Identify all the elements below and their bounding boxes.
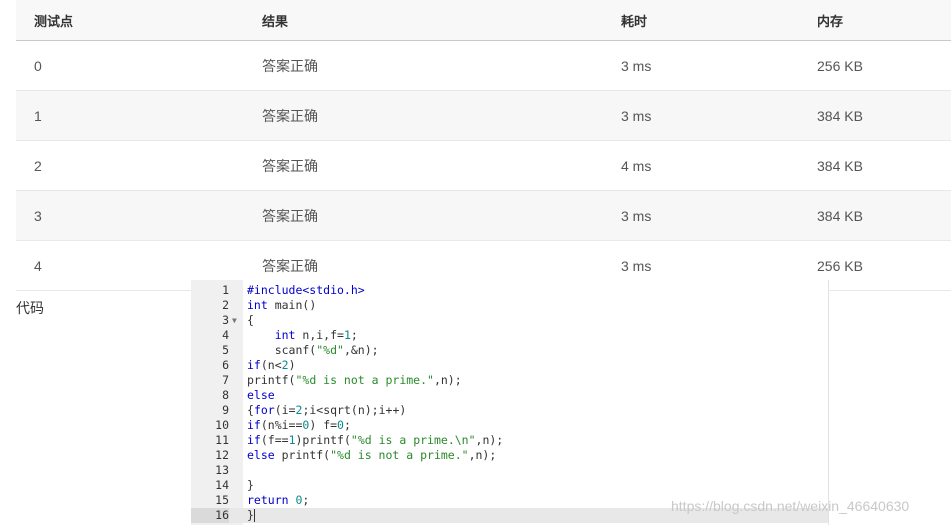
code-text: } — [247, 508, 255, 522]
code-line[interactable]: 1 #include<stdio.h> — [191, 283, 828, 298]
code-line[interactable]: 13 — [191, 463, 828, 478]
line-number: 1 — [222, 283, 229, 297]
result-cell: 答案正确 — [261, 140, 620, 191]
code-text: if(f==1)printf("%d is a prime.\n",n); — [247, 433, 504, 447]
code-text: int main() — [247, 298, 317, 312]
line-number: 7 — [222, 373, 229, 387]
line-number: 5 — [222, 343, 229, 357]
column-header-result: 结果 — [261, 0, 620, 41]
code-line[interactable]: 7 printf("%d is not a prime.",n); — [191, 373, 828, 388]
line-number: 10 — [215, 418, 229, 432]
memory-cell: 384 KB — [816, 140, 951, 191]
column-header-test-point: 测试点 — [16, 0, 261, 41]
code-line[interactable]: 8 else — [191, 388, 828, 403]
text-cursor — [253, 509, 255, 522]
code-text: {for(i=2;i<sqrt(n);i++) — [247, 403, 407, 417]
test-results-table: 测试点 结果 耗时 内存 0 答案正确 3 ms 256 KB 1 答案正确 3… — [16, 0, 951, 291]
test-point-cell: 2 — [16, 140, 261, 191]
line-number: 13 — [215, 463, 229, 477]
code-line[interactable]: 11 if(f==1)printf("%d is a prime.\n",n); — [191, 433, 828, 448]
code-line[interactable]: 6 if(n<2) — [191, 358, 828, 373]
result-cell: 答案正确 — [261, 190, 620, 241]
code-text: #include<stdio.h> — [247, 283, 365, 297]
table-header-row: 测试点 结果 耗时 内存 — [16, 0, 951, 41]
memory-cell: 256 KB — [816, 40, 951, 91]
code-text: else printf("%d is not a prime.",n); — [247, 448, 497, 462]
column-header-memory: 内存 — [816, 0, 951, 41]
column-header-time: 耗时 — [620, 0, 816, 41]
code-line[interactable]: 14} — [191, 478, 828, 493]
table-row: 1 答案正确 3 ms 384 KB — [16, 90, 951, 141]
time-cell: 3 ms — [620, 190, 816, 241]
code-line[interactable]: 2 int main() — [191, 298, 828, 313]
memory-cell: 384 KB — [816, 90, 951, 141]
code-text: { — [247, 313, 254, 327]
code-text: int n,i,f=1; — [274, 328, 358, 342]
code-line[interactable]: 12 else printf("%d is not a prime.",n); — [191, 448, 828, 463]
memory-cell: 384 KB — [816, 190, 951, 241]
line-number: 2 — [222, 298, 229, 312]
memory-cell: 256 KB — [816, 240, 951, 291]
line-number: 3 — [222, 313, 229, 327]
test-point-cell: 3 — [16, 190, 261, 241]
result-cell: 答案正确 — [261, 90, 620, 141]
code-text: printf("%d is not a prime.",n); — [247, 373, 462, 387]
line-number: 6 — [222, 358, 229, 372]
code-line[interactable]: 4 int n,i,f=1; — [191, 328, 828, 343]
line-number: 14 — [215, 478, 229, 492]
code-text: if(n<2) — [247, 358, 296, 372]
fold-arrow-icon[interactable]: ▼ — [232, 313, 237, 328]
table-row: 2 答案正确 4 ms 384 KB — [16, 140, 951, 191]
line-number: 15 — [215, 493, 229, 507]
code-text: } — [247, 478, 254, 492]
watermark: https://blog.csdn.net/weixin_46640630 — [671, 498, 910, 514]
code-section-label: 代码 — [16, 300, 44, 316]
test-point-cell: 0 — [16, 40, 261, 91]
line-number: 8 — [222, 388, 229, 402]
table-row: 3 答案正确 3 ms 384 KB — [16, 190, 951, 241]
code-text: return 0; — [247, 493, 310, 507]
line-number: 16 — [191, 508, 229, 523]
time-cell: 3 ms — [620, 40, 816, 91]
table-row: 0 答案正确 3 ms 256 KB — [16, 40, 951, 91]
time-cell: 3 ms — [620, 90, 816, 141]
code-line[interactable]: 10 if(n%i==0) f=0; — [191, 418, 828, 433]
line-number: 4 — [222, 328, 229, 342]
line-number: 11 — [215, 433, 229, 447]
code-text: if(n%i==0) f=0; — [247, 418, 351, 432]
result-cell: 答案正确 — [261, 40, 620, 91]
line-number: 9 — [222, 403, 229, 417]
code-text: scanf("%d",&n); — [247, 343, 379, 357]
code-editor[interactable]: 1 #include<stdio.h> 2 int main() 3 ▼ {4 int n,… — [191, 280, 829, 525]
time-cell: 4 ms — [620, 140, 816, 191]
code-line[interactable]: 9 {for(i=2;i<sqrt(n);i++) — [191, 403, 828, 418]
code-line[interactable]: 3 ▼ { — [191, 313, 828, 328]
test-point-cell: 1 — [16, 90, 261, 141]
code-line[interactable]: 5 scanf("%d",&n); — [191, 343, 828, 358]
line-number: 12 — [215, 448, 229, 462]
code-text: else — [247, 388, 275, 402]
